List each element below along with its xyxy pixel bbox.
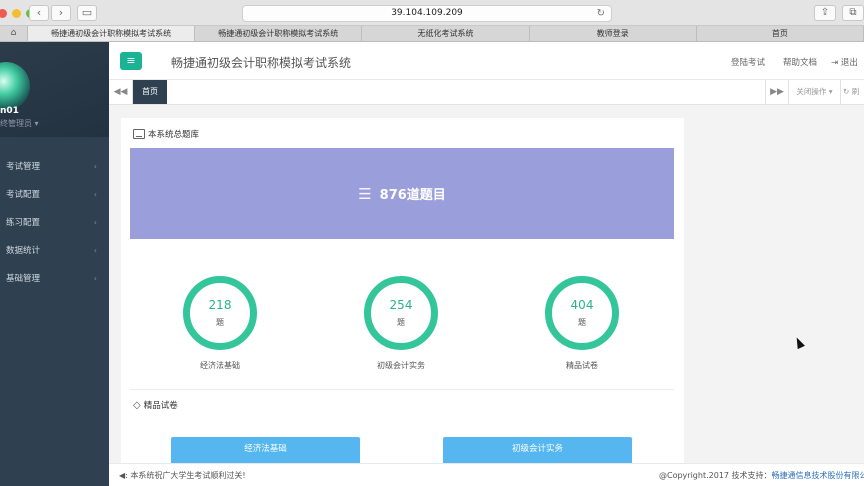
reload-icon[interactable]: ↻ — [597, 6, 605, 21]
browser-tab[interactable]: 无纸化考试系统 — [362, 26, 530, 41]
browser-toolbar: ‹ › ▭ 39.104.109.209 ↻ ⇪ ⧉ — [0, 0, 864, 26]
user-role-dropdown[interactable]: 终管理员 ▾ — [0, 118, 39, 129]
back-icon[interactable]: ‹ — [29, 5, 49, 21]
inbox-icon — [133, 129, 145, 139]
logout-link[interactable]: ⇥ 退出 — [831, 56, 858, 68]
stat-ring: 254 题 — [364, 276, 438, 350]
total-questions-banner: ☰ 876道题目 — [130, 148, 674, 239]
browser-tab[interactable]: 畅捷通初级会计职称模拟考试系统 — [195, 26, 363, 41]
stat-label: 初级会计实务 — [377, 361, 425, 370]
sidebar-item-label: 考试配置 — [6, 190, 41, 200]
refresh-label: 刷 — [851, 87, 860, 96]
sidebar-item-label: 考试管理 — [6, 162, 41, 172]
chevron-left-icon: ‹ — [93, 217, 97, 227]
tab-home[interactable]: 首页 — [133, 80, 167, 104]
content-tab-bar: ◀◀ 首页 ▶▶ 关闭操作 ▾ ↻ 刷 — [109, 80, 864, 105]
profile-area: n01 终管理员 ▾ — [0, 42, 109, 137]
sidebar-item-label: 练习配置 — [6, 218, 41, 228]
sidebar-item-label: 基础管理 — [6, 274, 41, 284]
page-title: 畅捷通初级会计职称模拟考试系统 — [171, 56, 352, 70]
company-link[interactable]: 畅捷通信息技术股份有限公司 — [772, 471, 864, 480]
refresh-icon: ↻ — [843, 87, 850, 96]
total-questions: 876道题目 — [379, 188, 446, 203]
sidebar-item-basic-management[interactable]: 基础管理 ‹ — [0, 264, 109, 292]
megaphone-icon: ◀: — [119, 471, 131, 480]
chevron-left-icon: ‹ — [93, 189, 97, 199]
chevron-left-icon: ‹ — [93, 273, 97, 283]
footer-notice: ◀: 本系统祝广大学生考试顺利过关! — [119, 470, 246, 481]
stat-premium-papers: 404 题 精品试卷 — [542, 276, 622, 371]
sidebar-item-practice-config[interactable]: 练习配置 ‹ — [0, 208, 109, 236]
stat-value: 254 — [389, 298, 413, 312]
logout-icon: ⇥ — [831, 58, 841, 68]
question-bank-panel: 本系统总题库 ☰ 876道题目 218 题 经济法基础 254 题 初级会计实务… — [121, 118, 684, 464]
close-window-button[interactable] — [0, 9, 7, 18]
stat-ring: 404 题 — [545, 276, 619, 350]
footer: ◀: 本系统祝广大学生考试顺利过关! @Copyright.2017 技术支持：… — [109, 463, 864, 486]
sidebar-item-label: 数据统计 — [6, 246, 41, 256]
menu-toggle-button[interactable]: ≡ — [120, 52, 142, 70]
browser-tab[interactable]: 畅捷通初级会计职称模拟考试系统 — [28, 26, 196, 41]
browser-tab-strip: ⌂ 畅捷通初级会计职称模拟考试系统 畅捷通初级会计职称模拟考试系统 无纸化考试系… — [0, 26, 864, 42]
stat-value: 218 — [208, 298, 232, 312]
logout-label: 退出 — [840, 58, 858, 68]
copyright-text: @Copyright.2017 技术支持： — [659, 471, 772, 480]
accounting-practice-paper-button[interactable]: 初级会计实务 — [443, 437, 632, 464]
forward-icon[interactable]: › — [51, 5, 71, 21]
tabs-overview-icon[interactable]: ⧉ — [842, 5, 864, 21]
mouse-cursor-icon — [793, 335, 805, 350]
stat-unit: 题 — [216, 318, 224, 327]
economic-law-paper-button[interactable]: 经济法基础 — [171, 437, 360, 464]
browser-tab[interactable]: 首页 — [697, 26, 864, 41]
sidebar-item-exam-config[interactable]: 考试配置 ‹ — [0, 180, 109, 208]
login-exam-link[interactable]: 登陆考试 — [731, 56, 765, 68]
home-tab-icon[interactable]: ⌂ — [0, 26, 28, 41]
tab-scroll-left-icon[interactable]: ◀◀ — [109, 80, 133, 104]
divider — [130, 389, 674, 390]
sidebar-menu: 考试管理 ‹ 考试配置 ‹ 练习配置 ‹ 数据统计 ‹ 基础管理 ‹ — [0, 152, 109, 292]
stat-unit: 题 — [397, 318, 405, 327]
share-icon[interactable]: ⇪ — [814, 5, 836, 21]
browser-tab[interactable]: 教师登录 — [530, 26, 697, 41]
stat-economic-law: 218 题 经济法基础 — [180, 276, 260, 371]
footer-notice-text: 本系统祝广大学生考试顺利过关! — [130, 471, 246, 480]
address-bar[interactable]: 39.104.109.209 ↻ — [242, 5, 612, 22]
footer-copyright: @Copyright.2017 技术支持：畅捷通信息技术股份有限公司 — [659, 470, 864, 481]
premium-papers-heading: ◇ 精品试卷 — [133, 399, 178, 412]
close-operations-dropdown[interactable]: 关闭操作 ▾ — [789, 80, 841, 104]
sidebar-item-statistics[interactable]: 数据统计 ‹ — [0, 236, 109, 264]
tab-scroll-right-icon[interactable]: ▶▶ — [765, 80, 789, 104]
user-name: n01 — [0, 106, 19, 116]
layers-icon: ☰ — [358, 184, 372, 203]
stat-label: 经济法基础 — [200, 361, 240, 370]
top-header: ≡ 畅捷通初级会计职称模拟考试系统 登陆考试 帮助文档 ⇥ 退出 — [109, 42, 864, 80]
stat-label: 精品试卷 — [566, 361, 598, 370]
refresh-button[interactable]: ↻ 刷 — [843, 80, 864, 104]
sidebar-item-exam-management[interactable]: 考试管理 ‹ — [0, 152, 109, 180]
panel-heading-text: 本系统总题库 — [148, 130, 200, 140]
help-docs-link[interactable]: 帮助文档 — [783, 56, 817, 68]
avatar — [0, 62, 30, 110]
chevron-left-icon: ‹ — [93, 245, 97, 255]
stat-accounting-practice: 254 题 初级会计实务 — [361, 276, 441, 371]
premium-papers-heading-text: 精品试卷 — [143, 401, 178, 411]
stat-value: 404 — [570, 298, 594, 312]
url-text: 39.104.109.209 — [391, 8, 463, 18]
stat-ring: 218 题 — [183, 276, 257, 350]
diamond-icon: ◇ — [133, 399, 141, 411]
minimize-window-button[interactable] — [12, 9, 21, 18]
close-operations-label: 关闭操作 — [796, 87, 827, 96]
chevron-left-icon: ‹ — [93, 161, 97, 171]
sidebar: n01 终管理员 ▾ 考试管理 ‹ 考试配置 ‹ 练习配置 ‹ 数据统计 ‹ 基… — [0, 42, 109, 486]
panel-heading: 本系统总题库 — [133, 128, 199, 140]
stat-unit: 题 — [578, 318, 586, 327]
sidebar-toggle-icon[interactable]: ▭ — [77, 5, 97, 21]
